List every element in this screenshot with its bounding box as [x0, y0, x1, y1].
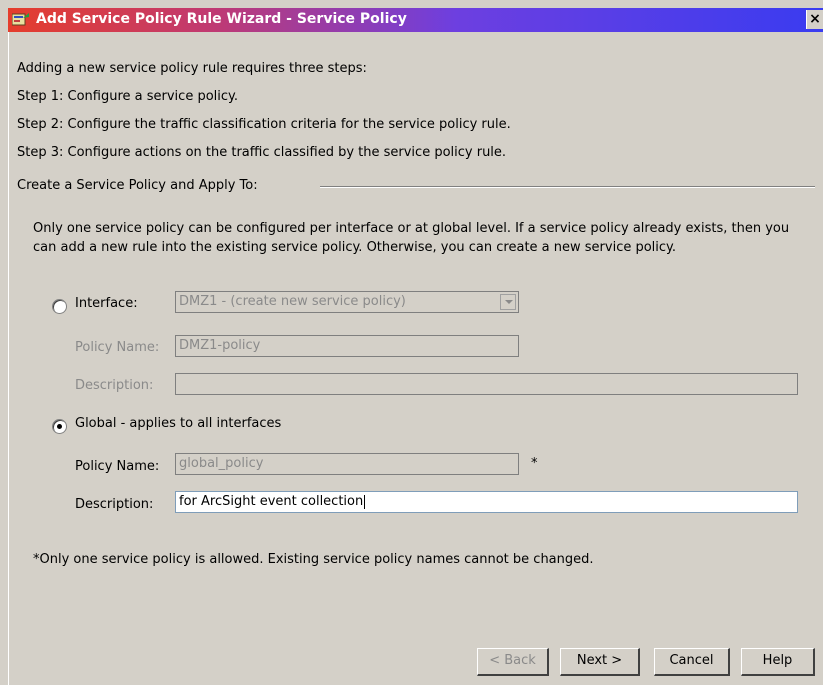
group-description: Only one service policy can be configure… — [33, 221, 790, 255]
wizard-app-icon — [12, 13, 29, 26]
interface-policy-name-label: Policy Name: — [75, 340, 160, 355]
interface-select[interactable]: DMZ1 - (create new service policy) — [175, 291, 519, 313]
interface-select-value: DMZ1 - (create new service policy) — [179, 294, 406, 309]
global-policy-name-label: Policy Name: — [75, 459, 160, 474]
step-2-text: Step 2: Configure the traffic classifica… — [17, 117, 511, 132]
step-1-text: Step 1: Configure a service policy. — [17, 89, 238, 104]
global-description-value: for ArcSight event collection — [179, 494, 364, 509]
global-description-label: Description: — [75, 497, 154, 512]
window-border — [8, 32, 9, 685]
global-description-field[interactable]: for ArcSight event collection — [175, 491, 798, 513]
global-radio[interactable] — [52, 419, 67, 434]
help-button[interactable]: Help — [741, 648, 815, 676]
global-radio-label[interactable]: Global - applies to all interfaces — [75, 416, 281, 431]
interface-description-label: Description: — [75, 378, 154, 393]
window-title: Add Service Policy Rule Wizard - Service… — [36, 11, 407, 27]
back-button[interactable]: < Back — [477, 648, 549, 676]
interface-description-field[interactable] — [175, 373, 798, 395]
required-marker: * — [531, 456, 538, 471]
text-caret — [364, 494, 366, 509]
interface-policy-name-field[interactable]: DMZ1-policy — [175, 335, 519, 357]
title-bar: Add Service Policy Rule Wizard - Service… — [8, 8, 823, 32]
chevron-down-icon[interactable] — [500, 294, 516, 310]
interface-radio[interactable] — [52, 299, 67, 314]
cancel-button[interactable]: Cancel — [654, 648, 730, 676]
next-button[interactable]: Next > — [560, 648, 640, 676]
interface-radio-label[interactable]: Interface: — [75, 296, 138, 311]
global-policy-name-field[interactable]: global_policy — [175, 453, 519, 475]
radio-selected-dot — [57, 424, 62, 429]
intro-text: Adding a new service policy rule require… — [17, 61, 367, 76]
step-3-text: Step 3: Configure actions on the traffic… — [17, 145, 507, 160]
group-divider — [320, 186, 815, 188]
close-button[interactable]: × — [806, 10, 823, 29]
group-label: Create a Service Policy and Apply To: — [17, 178, 258, 193]
footnote-text: *Only one service policy is allowed. Exi… — [33, 552, 594, 567]
